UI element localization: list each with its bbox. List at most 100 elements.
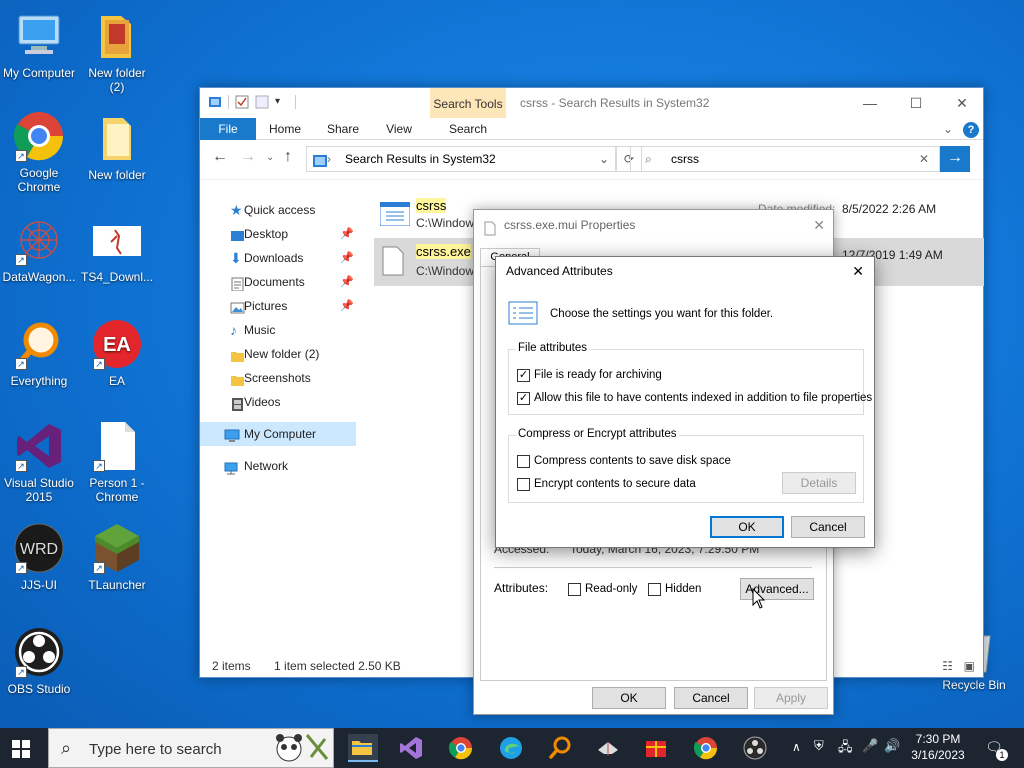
- desktop-icon-ea[interactable]: EA ↗ EA: [78, 318, 156, 388]
- network-tray-icon[interactable]: 🖧: [838, 738, 853, 768]
- ok-button[interactable]: OK: [592, 687, 666, 709]
- search-box[interactable]: ⌕ csrss ✕: [630, 146, 940, 172]
- desktop-icon-ts4-download[interactable]: TS4_Downl...: [78, 214, 156, 284]
- customize-qat-icon[interactable]: ▾: [275, 95, 289, 109]
- microphone-tray-icon[interactable]: 🎤: [862, 738, 878, 768]
- desktop-icon-my-computer[interactable]: My Computer: [0, 10, 78, 80]
- clock[interactable]: 7:30 PM 3/16/2023: [910, 731, 966, 768]
- sidebar-item-videos[interactable]: Videos: [200, 390, 360, 414]
- desktop-icon-tlauncher[interactable]: ↗ TLauncher: [78, 522, 156, 592]
- search-go-button[interactable]: →: [940, 146, 970, 172]
- maximize-button[interactable]: ☐: [893, 88, 939, 118]
- properties-icon[interactable]: [235, 95, 249, 109]
- desktop-icon-new-folder[interactable]: New folder: [78, 112, 156, 182]
- tab-view[interactable]: View: [374, 118, 424, 140]
- taskbar-file-explorer[interactable]: [348, 734, 378, 762]
- close-button[interactable]: ✕: [813, 210, 825, 240]
- tab-home[interactable]: Home: [260, 118, 310, 140]
- desktop-icon-new-folder-2[interactable]: New folder (2): [78, 10, 156, 94]
- start-button[interactable]: [12, 740, 30, 761]
- sidebar-item-downloads[interactable]: ⬇ Downloads 📌: [200, 246, 360, 270]
- encrypt-checkbox[interactable]: Encrypt contents to secure data: [517, 476, 696, 492]
- sidebar-item-music[interactable]: ♪ Music: [200, 318, 360, 342]
- sidebar-item-quick-access[interactable]: ★ Quick access: [200, 198, 360, 222]
- sidebar-item-network[interactable]: Network: [200, 454, 360, 478]
- index-checkbox[interactable]: ✓ Allow this file to have contents indexe…: [517, 390, 872, 406]
- show-hidden-icons-icon[interactable]: ∧: [792, 740, 801, 768]
- expand-ribbon-icon[interactable]: ⌄: [940, 118, 956, 140]
- taskbar-chrome-profile[interactable]: [692, 734, 720, 762]
- apply-button[interactable]: Apply: [754, 687, 828, 709]
- shortcut-arrow-icon: ↗: [15, 460, 27, 472]
- checkbox-label: File is ready for archiving: [534, 369, 662, 381]
- cancel-button[interactable]: Cancel: [791, 516, 865, 538]
- folder-icon: [352, 741, 372, 755]
- shortcut-arrow-icon: ↗: [93, 562, 105, 574]
- taskbar-app-red[interactable]: [642, 734, 670, 762]
- checkbox-box[interactable]: [517, 477, 530, 491]
- magnifier-icon: ↗: [13, 318, 65, 370]
- clock-date: 3/16/2023: [911, 748, 965, 762]
- checkbox-box[interactable]: [648, 582, 661, 596]
- desktop-icon-jjs-ui[interactable]: WRD ↗ JJS-UI: [0, 522, 78, 592]
- blank-file-icon: [382, 246, 404, 279]
- details-view-icon[interactable]: ☷: [942, 659, 953, 673]
- checkbox-box[interactable]: [517, 454, 530, 468]
- sidebar-item-documents[interactable]: Documents 📌: [200, 270, 360, 294]
- volume-icon[interactable]: 🔊: [884, 738, 900, 768]
- archive-checkbox[interactable]: ✓ File is ready for archiving: [517, 367, 662, 383]
- taskbar-datawagon[interactable]: [594, 734, 622, 762]
- shortcut-arrow-icon: ↗: [15, 562, 27, 574]
- back-arrow-icon[interactable]: ←: [212, 148, 228, 166]
- sidebar-item-desktop[interactable]: Desktop 📌: [200, 222, 360, 246]
- sidebar-item-new-folder-2[interactable]: New folder (2): [200, 342, 360, 366]
- tab-share[interactable]: Share: [318, 118, 368, 140]
- sidebar-item-label: Desktop: [244, 227, 289, 241]
- up-arrow-icon[interactable]: ↑: [284, 148, 292, 166]
- advanced-title: Advanced Attributes: [506, 264, 613, 278]
- sidebar-item-pictures[interactable]: Pictures 📌: [200, 294, 360, 318]
- address-dropdown-icon[interactable]: ⌄: [599, 147, 609, 171]
- large-icons-view-icon[interactable]: ▣: [964, 659, 975, 673]
- desktop-icon-everything[interactable]: ↗ Everything: [0, 318, 78, 388]
- sidebar-item-screenshots[interactable]: Screenshots: [200, 366, 360, 390]
- forward-arrow-icon[interactable]: →: [240, 148, 256, 166]
- tab-search[interactable]: Search: [430, 118, 506, 140]
- checkbox-box[interactable]: ✓: [517, 391, 530, 405]
- divider: [295, 95, 296, 109]
- clear-search-icon[interactable]: ✕: [919, 147, 929, 171]
- ok-button[interactable]: OK: [710, 516, 784, 538]
- compress-checkbox[interactable]: Compress contents to save disk space: [517, 453, 731, 469]
- cancel-button[interactable]: Cancel: [674, 687, 748, 709]
- minimize-button[interactable]: —: [847, 88, 893, 118]
- hidden-checkbox[interactable]: Hidden: [648, 581, 701, 597]
- taskbar-edge[interactable]: [497, 734, 525, 762]
- taskbar-obs[interactable]: [741, 734, 769, 762]
- taskbar-chrome[interactable]: [447, 734, 475, 762]
- details-button[interactable]: Details: [782, 472, 856, 494]
- close-button[interactable]: ✕: [939, 88, 985, 118]
- recent-locations-icon[interactable]: ⌄: [266, 152, 274, 163]
- desktop-icon-visual-studio[interactable]: ↗ Visual Studio 2015: [0, 420, 78, 504]
- taskbar-visual-studio[interactable]: [397, 734, 425, 762]
- taskbar-search-box[interactable]: ⌕ Type here to search: [48, 728, 334, 768]
- new-folder-icon[interactable]: [255, 95, 269, 109]
- security-tray-icon[interactable]: ⛨: [814, 738, 824, 768]
- address-bar[interactable]: › Search Results in System32 ⌄: [306, 146, 616, 172]
- taskbar-everything[interactable]: [546, 734, 574, 762]
- desktop-icon-obs-studio[interactable]: ↗ OBS Studio: [0, 626, 78, 696]
- tab-file[interactable]: File: [200, 118, 256, 140]
- search-icon: ⌕: [645, 152, 652, 166]
- readonly-checkbox[interactable]: Read-only: [568, 581, 637, 597]
- help-icon[interactable]: ?: [962, 118, 980, 140]
- checkbox-box[interactable]: [568, 582, 581, 596]
- shortcut-arrow-icon: ↗: [93, 460, 105, 472]
- notifications-button[interactable]: 🗨 1: [982, 737, 1008, 761]
- checkbox-box[interactable]: ✓: [517, 368, 530, 382]
- desktop-icon-datawagon[interactable]: ↗ DataWagon...: [0, 214, 78, 284]
- desktop-icon-person-1-chrome[interactable]: ↗ Person 1 - Chrome: [78, 420, 156, 504]
- desktop-icon-google-chrome[interactable]: ↗ Google Chrome: [0, 110, 78, 194]
- close-button[interactable]: ✕: [852, 257, 864, 285]
- sidebar-item-my-computer[interactable]: My Computer: [200, 422, 356, 446]
- search-input[interactable]: csrss: [671, 152, 699, 166]
